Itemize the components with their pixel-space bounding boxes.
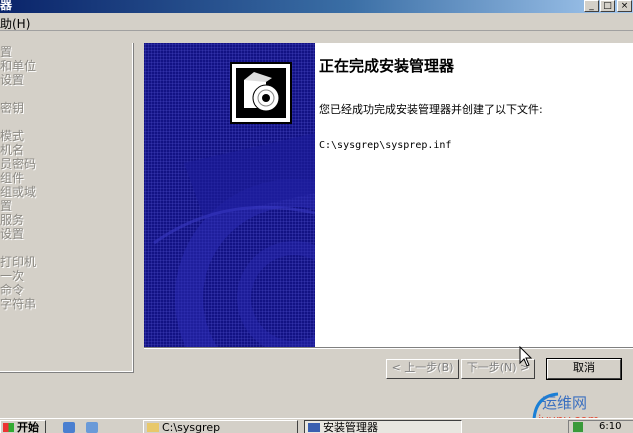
system-tray: 6:10 (568, 420, 633, 433)
tree-item[interactable]: 组或域 (0, 185, 36, 199)
clock: 6:10 (599, 421, 622, 432)
menu-help[interactable]: 助(H) (0, 15, 30, 32)
tree-item[interactable]: 服务 (0, 213, 24, 227)
back-button[interactable]: < 上一步(B) (386, 359, 459, 379)
menu-bar: 助(H) (0, 13, 633, 31)
setup-wizard: 正在完成安装管理器 您已经成功完成安装管理器并创建了以下文件: C:\sysgr… (144, 43, 633, 383)
tree-item[interactable]: 模式 (0, 129, 24, 143)
task-setup-manager[interactable]: 安装管理器 (304, 420, 462, 433)
minimize-button[interactable]: _ (584, 0, 599, 12)
mouse-cursor-icon (519, 346, 533, 367)
start-button[interactable]: 开始 (0, 420, 46, 433)
task-explorer[interactable]: C:\sysgrep (143, 420, 298, 433)
wizard-title: 正在完成安装管理器 (319, 57, 455, 75)
task-label: C:\sysgrep (162, 421, 221, 433)
tree-item[interactable]: 和单位 (0, 59, 36, 73)
taskbar: 开始 C:\sysgrep 安装管理器 6:10 (0, 418, 633, 433)
folder-icon (147, 423, 159, 432)
created-file-path: C:\sysgrep\sysprep.inf (319, 140, 452, 151)
cancel-button[interactable]: 取消 (546, 358, 622, 380)
tree-item[interactable]: 置 (0, 199, 12, 213)
tree-item[interactable]: 组件 (0, 171, 24, 185)
windows-flag-icon (3, 423, 14, 432)
wizard-button-bar: < 上一步(B) 下一步(N) > 取消 (144, 347, 633, 383)
start-label: 开始 (17, 421, 39, 433)
quicklaunch-explorer-icon[interactable] (86, 422, 98, 433)
cd-box-icon (244, 72, 280, 112)
tree-item[interactable]: 员密码 (0, 157, 36, 171)
watermark-text: 运维网 (542, 394, 587, 412)
tree-item[interactable]: 置 (0, 45, 12, 59)
close-button[interactable]: × (617, 0, 632, 12)
title-bar: 器 _ □ × (0, 0, 633, 13)
tree-item[interactable]: 设置 (0, 227, 24, 241)
tree-item[interactable]: 字符串 (0, 297, 36, 311)
tree-item[interactable]: 一次 (0, 269, 24, 283)
tree-item[interactable]: 设置 (0, 73, 24, 87)
wizard-description: 您已经成功完成安装管理器并创建了以下文件: (319, 103, 543, 116)
setup-manager-icon (308, 423, 320, 432)
tree-pane: 置 和单位 设置 密钥 模式 机名 员密码 组件 组或域 置 服务 设置 打印机… (0, 43, 134, 373)
network-icon[interactable] (573, 422, 583, 432)
tree-item[interactable]: 打印机 (0, 255, 36, 269)
task-label: 安装管理器 (323, 421, 378, 433)
tree-item[interactable]: 密钥 (0, 101, 24, 115)
window-title: 器 (0, 0, 13, 12)
wizard-banner (144, 43, 315, 347)
maximize-button[interactable]: □ (600, 0, 615, 12)
tree-item[interactable]: 命令 (0, 283, 24, 297)
quicklaunch-ie-icon[interactable] (63, 422, 75, 433)
setup-logo (230, 62, 292, 124)
tree-item[interactable]: 机名 (0, 143, 24, 157)
